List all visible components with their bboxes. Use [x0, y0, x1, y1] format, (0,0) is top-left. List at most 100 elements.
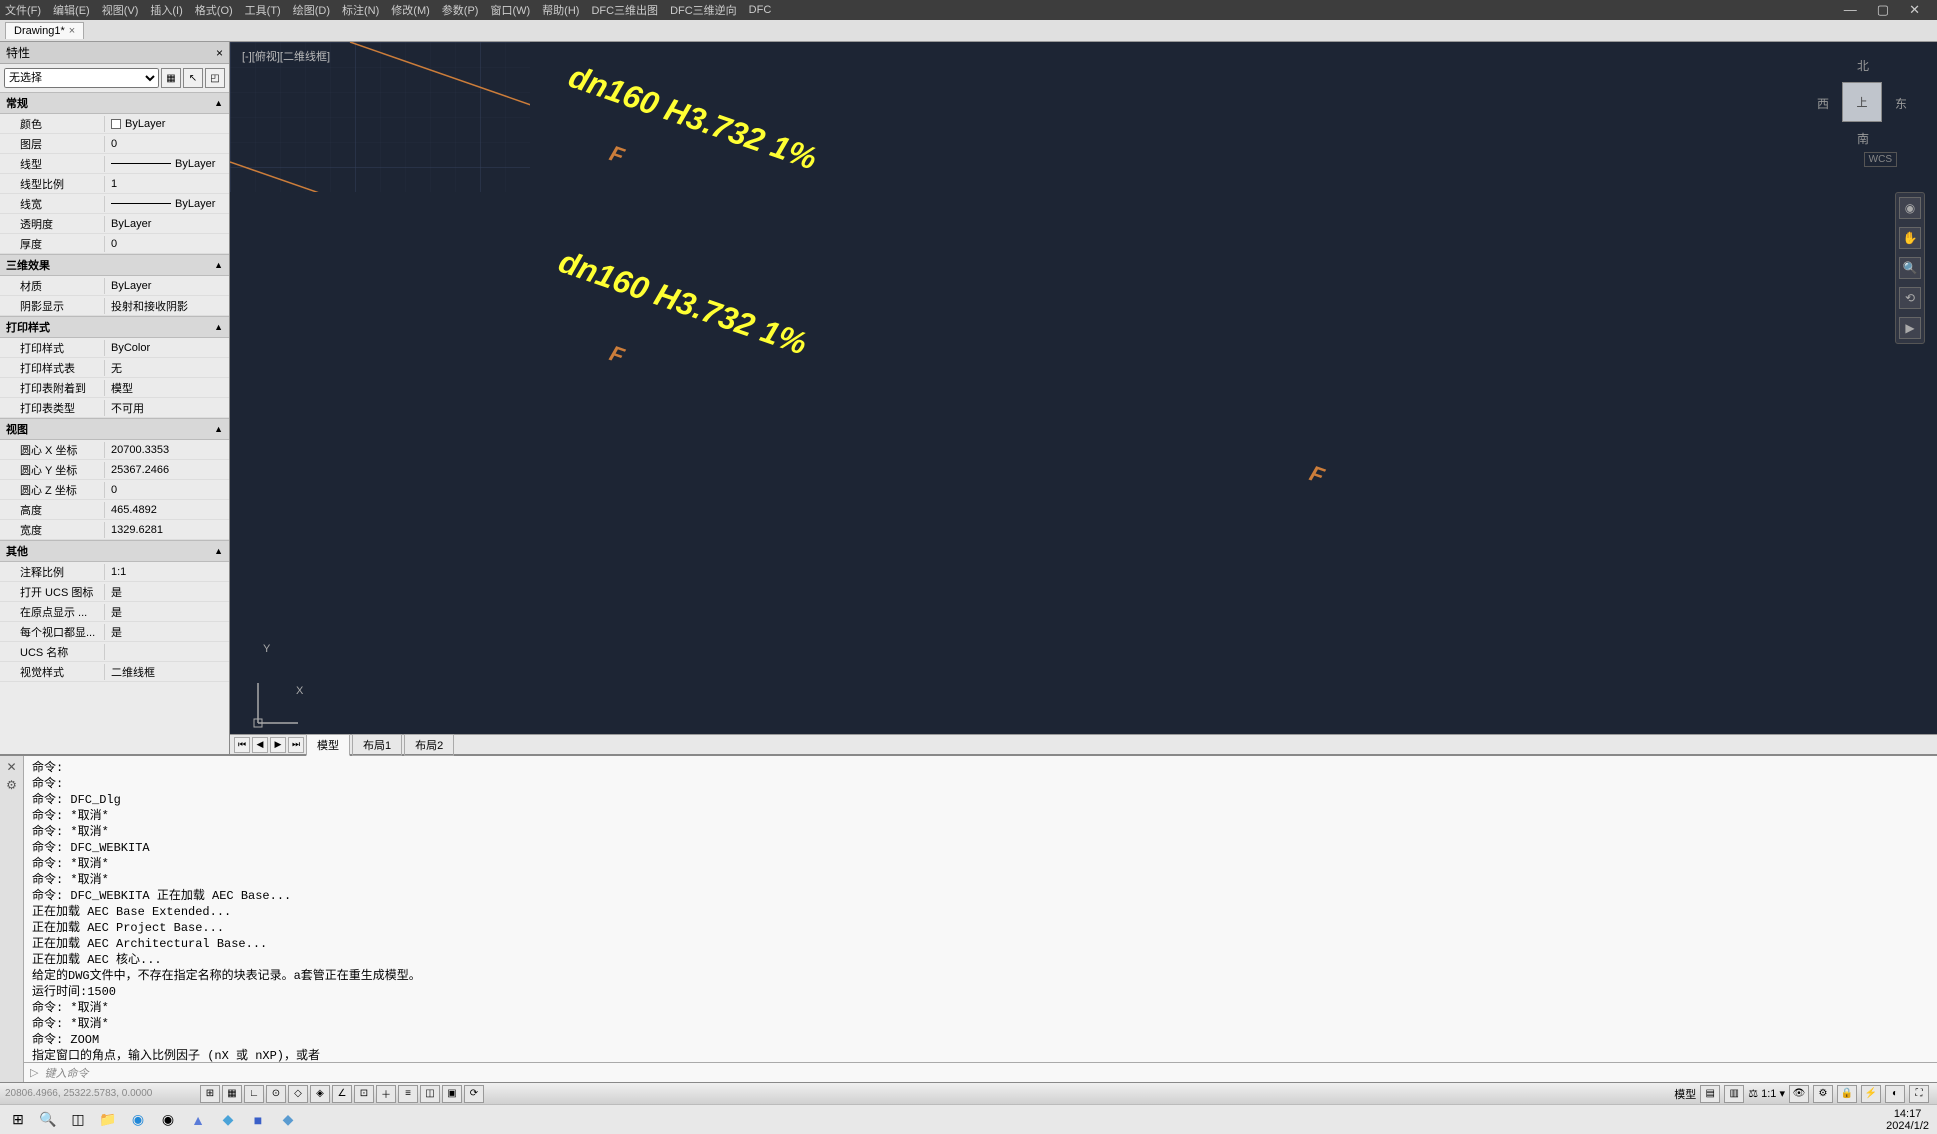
panel-close-icon[interactable]: ×: [216, 46, 223, 60]
prop-plotattach-value[interactable]: 模型: [105, 380, 229, 396]
layout-prev-icon[interactable]: ◀: [252, 737, 268, 753]
prop-plottable-value[interactable]: 无: [105, 360, 229, 376]
task-view-icon[interactable]: ◫: [68, 1110, 88, 1130]
prop-centerz-value[interactable]: 0: [105, 484, 229, 496]
prop-ucsperview-value[interactable]: 是: [105, 624, 229, 640]
prop-centerx-value[interactable]: 20700.3353: [105, 444, 229, 456]
app-icon[interactable]: ◆: [278, 1110, 298, 1130]
menu-modify[interactable]: 修改(M): [391, 2, 430, 18]
view-cube-south[interactable]: 南: [1857, 130, 1869, 147]
maximize-icon[interactable]: ▢: [1877, 2, 1889, 18]
selection-cycling-button[interactable]: ⟳: [464, 1085, 484, 1103]
section-general[interactable]: 常规: [6, 95, 28, 111]
prop-annoscale-value[interactable]: 1:1: [105, 566, 229, 578]
quick-view-drawings-button[interactable]: ▥: [1724, 1085, 1744, 1103]
menu-format[interactable]: 格式(O): [195, 2, 233, 18]
show-motion-icon[interactable]: ▶: [1899, 317, 1921, 339]
chrome-icon[interactable]: ◉: [158, 1110, 178, 1130]
layout-first-icon[interactable]: ⏮: [234, 737, 250, 753]
layout-last-icon[interactable]: ⏭: [288, 737, 304, 753]
object-snap-button[interactable]: ◇: [288, 1085, 308, 1103]
object-snap-tracking-button[interactable]: ∠: [332, 1085, 352, 1103]
lineweight-button[interactable]: ≡: [398, 1085, 418, 1103]
prop-centery-value[interactable]: 25367.2466: [105, 464, 229, 476]
start-button[interactable]: ⊞: [8, 1110, 28, 1130]
prop-height-value[interactable]: 465.4892: [105, 504, 229, 516]
annotation-scale[interactable]: ⚖ 1:1 ▾: [1748, 1087, 1785, 1100]
section-misc[interactable]: 其他: [6, 543, 28, 559]
selection-filter-dropdown[interactable]: 无选择: [4, 68, 159, 88]
prop-color-value[interactable]: ByLayer: [105, 118, 229, 130]
menu-file[interactable]: 文件(F): [5, 2, 41, 18]
select-objects-button[interactable]: ↖: [183, 68, 203, 88]
document-tab-close-icon[interactable]: ×: [69, 25, 75, 37]
collapse-icon[interactable]: ▲: [214, 424, 223, 434]
menu-parametric[interactable]: 参数(P): [442, 2, 479, 18]
close-icon[interactable]: ✕: [1909, 2, 1920, 18]
grid-display-button[interactable]: ▦: [222, 1085, 242, 1103]
menu-dfc[interactable]: DFC: [749, 4, 772, 16]
steering-wheel-icon[interactable]: ◉: [1899, 197, 1921, 219]
command-options-icon[interactable]: ⚙: [6, 778, 17, 792]
workspace-switching-button[interactable]: ⚙: [1813, 1085, 1833, 1103]
prop-width-value[interactable]: 1329.6281: [105, 524, 229, 536]
hardware-acceleration-button[interactable]: ⚡: [1861, 1085, 1881, 1103]
section-3deffects[interactable]: 三维效果: [6, 257, 50, 273]
menu-dfc-3d-reverse[interactable]: DFC三维逆向: [670, 2, 737, 18]
snap-mode-button[interactable]: ⊞: [200, 1085, 220, 1103]
pan-icon[interactable]: ✋: [1899, 227, 1921, 249]
section-plotstyle[interactable]: 打印样式: [6, 319, 50, 335]
3d-osnap-button[interactable]: ◈: [310, 1085, 330, 1103]
menu-draw[interactable]: 绘图(D): [293, 2, 330, 18]
dynamic-input-button[interactable]: ＋: [376, 1085, 396, 1103]
clean-screen-button[interactable]: ⛶: [1909, 1085, 1929, 1103]
menu-help[interactable]: 帮助(H): [542, 2, 579, 18]
prop-ucsicon-value[interactable]: 是: [105, 584, 229, 600]
command-close-icon[interactable]: ✕: [6, 760, 16, 774]
wcs-label[interactable]: WCS: [1864, 152, 1897, 167]
app-icon[interactable]: ▲: [188, 1110, 208, 1130]
menu-insert[interactable]: 插入(I): [150, 2, 182, 18]
ortho-mode-button[interactable]: ∟: [244, 1085, 264, 1103]
transparency-button[interactable]: ◫: [420, 1085, 440, 1103]
viewport-label[interactable]: [-][俯视][二维线框]: [242, 48, 330, 64]
prop-transparency-value[interactable]: ByLayer: [105, 218, 229, 230]
prop-shadow-value[interactable]: 投射和接收阴影: [105, 298, 229, 314]
layout-tab-model[interactable]: 模型: [306, 734, 350, 756]
prop-ltscale-value[interactable]: 1: [105, 178, 229, 190]
view-cube-top-face[interactable]: 上: [1842, 82, 1882, 122]
menu-dfc-3d-export[interactable]: DFC三维出图: [591, 2, 658, 18]
prop-plottype-value[interactable]: 不可用: [105, 400, 229, 416]
collapse-icon[interactable]: ▲: [214, 260, 223, 270]
menu-view[interactable]: 视图(V): [102, 2, 139, 18]
layout-tab-layout2[interactable]: 布局2: [404, 734, 454, 756]
view-cube-north[interactable]: 北: [1857, 57, 1869, 74]
prop-thickness-value[interactable]: 0: [105, 238, 229, 250]
isolate-objects-button[interactable]: ◐: [1885, 1085, 1905, 1103]
collapse-icon[interactable]: ▲: [214, 98, 223, 108]
command-history[interactable]: 命令: 命令: 命令: DFC_Dlg 命令: *取消* 命令: *取消* 命令…: [24, 756, 1937, 1062]
prop-material-value[interactable]: ByLayer: [105, 280, 229, 292]
quick-select-button[interactable]: ◰: [205, 68, 225, 88]
layout-next-icon[interactable]: ▶: [270, 737, 286, 753]
edge-icon[interactable]: ◉: [128, 1110, 148, 1130]
toolbar-lock-button[interactable]: 🔒: [1837, 1085, 1857, 1103]
prop-lineweight-value[interactable]: ByLayer: [105, 198, 229, 210]
search-icon[interactable]: 🔍: [38, 1110, 58, 1130]
annotation-visibility-button[interactable]: 👁: [1789, 1085, 1809, 1103]
toggle-pickadd-button[interactable]: ▦: [161, 68, 181, 88]
collapse-icon[interactable]: ▲: [214, 546, 223, 556]
file-explorer-icon[interactable]: 📁: [98, 1110, 118, 1130]
view-cube-east[interactable]: 东: [1895, 95, 1907, 112]
prop-ucsorigin-value[interactable]: 是: [105, 604, 229, 620]
dynamic-ucs-button[interactable]: ⊡: [354, 1085, 374, 1103]
polar-tracking-button[interactable]: ⊙: [266, 1085, 286, 1103]
command-input[interactable]: ▷ 键入命令: [24, 1062, 1937, 1082]
section-view[interactable]: 视图: [6, 421, 28, 437]
prop-visualstyle-value[interactable]: 二维线框: [105, 664, 229, 680]
app-icon[interactable]: ■: [248, 1110, 268, 1130]
view-cube[interactable]: 上 北 南 东 西: [1817, 57, 1907, 147]
menu-edit[interactable]: 编辑(E): [53, 2, 90, 18]
orbit-icon[interactable]: ⟲: [1899, 287, 1921, 309]
prop-linetype-value[interactable]: ByLayer: [105, 158, 229, 170]
